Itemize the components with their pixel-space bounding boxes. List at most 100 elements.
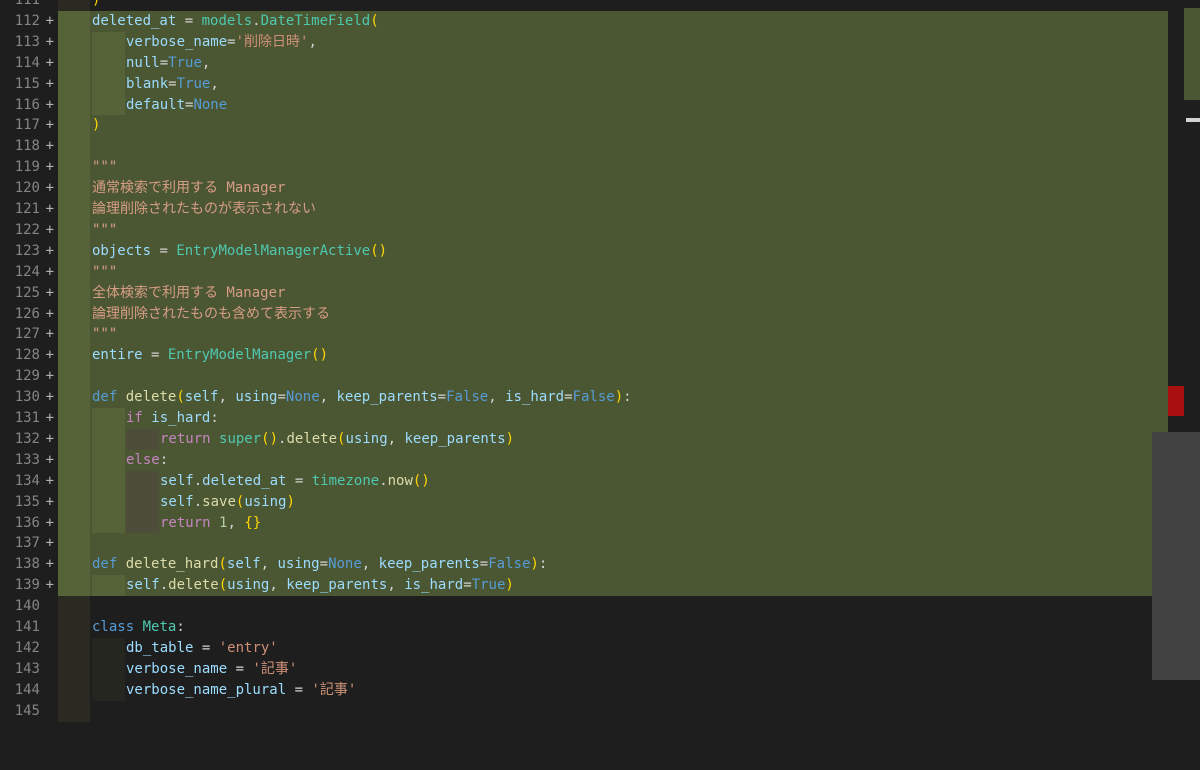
line-number-gutter: 122 +: [0, 219, 58, 241]
added-line-marker: +: [45, 430, 54, 447]
code-line[interactable]: 135 + self.save(using): [0, 491, 1168, 513]
indent-guide: [58, 637, 90, 659]
indent-guide: [58, 428, 90, 450]
minimap-added-region: [1184, 8, 1200, 100]
code-line[interactable]: 118 +: [0, 136, 1168, 158]
code-line[interactable]: 130 + def delete(self, using=None, keep_pa…: [0, 387, 1168, 409]
indent-guide: [58, 73, 90, 95]
code-line[interactable]: 116 + default=None: [0, 94, 1168, 116]
code-line[interactable]: 123 + objects = EntryModelManagerActive(): [0, 240, 1168, 262]
indent-guide: [58, 303, 90, 325]
code-line[interactable]: 121 + 論理削除されたものが表示されない: [0, 199, 1168, 220]
added-line-marker: +: [45, 12, 54, 29]
indent-guide: [58, 178, 90, 200]
code-line[interactable]: 126 + 論理削除されたものも含めて表示する: [0, 303, 1168, 325]
code-line[interactable]: 133 + else:: [0, 449, 1168, 471]
code-line[interactable]: 141 class Meta:: [0, 617, 1168, 638]
line-number-gutter: 139 +: [0, 575, 58, 597]
indent-guide: [58, 700, 90, 722]
indent-guide: [58, 617, 90, 638]
line-number-gutter: 112 +: [0, 10, 58, 32]
line-number-gutter: 116 +: [0, 94, 58, 116]
code-line[interactable]: 139 + self.delete(using, keep_parents, is_…: [0, 575, 1168, 597]
code-line[interactable]: 144 verbose_name_plural = '記事': [0, 679, 1168, 701]
code-line[interactable]: 120 + 通常検索で利用する Manager: [0, 178, 1168, 200]
indent-guide: [58, 94, 90, 116]
added-line-marker: +: [45, 472, 54, 489]
code-text: 通常検索で利用する Manager: [92, 180, 286, 197]
code-editor[interactable]: 111) 112 + deleted_at = models.DateTimeFiel…: [0, 0, 1200, 770]
code-line[interactable]: 134 + self.deleted_at = timezone.now(): [0, 470, 1168, 492]
indent-guide: [58, 136, 90, 158]
line-number: 113: [14, 33, 40, 50]
added-line-marker: +: [45, 347, 54, 364]
line-number: 115: [14, 75, 40, 92]
code-text: self.save(using): [160, 493, 295, 510]
code-line[interactable]: 111): [0, 0, 1168, 11]
added-line-marker: +: [45, 410, 54, 426]
vertical-scrollbar-thumb[interactable]: [1152, 432, 1200, 680]
line-number-gutter: 117 +: [0, 115, 58, 137]
code-line[interactable]: 122 + """: [0, 219, 1168, 241]
line-number: 142: [14, 639, 40, 656]
code-line[interactable]: 129 +: [0, 366, 1168, 388]
line-number: 143: [14, 660, 40, 677]
line-number: 138: [14, 556, 40, 573]
code-text: blank=True,: [126, 75, 219, 92]
code-line[interactable]: 124 + """: [0, 261, 1168, 283]
code-line[interactable]: 128 + entire = EntryModelManager(): [0, 345, 1168, 367]
indent-guide: [58, 512, 90, 534]
line-number-gutter: 145: [0, 701, 58, 722]
added-line-marker: +: [45, 201, 54, 217]
indent-guide: [58, 261, 90, 283]
code-line[interactable]: 117 +): [0, 115, 1168, 137]
line-number-gutter: 137 +: [0, 533, 58, 555]
indent-guide: [58, 157, 90, 179]
code-line[interactable]: 143 verbose_name = '記事': [0, 658, 1168, 680]
code-line[interactable]: 112 + deleted_at = models.DateTimeField(: [0, 10, 1168, 32]
line-number: 145: [14, 702, 40, 719]
code-line[interactable]: 140: [0, 596, 1168, 618]
line-number: 122: [14, 221, 40, 238]
code-line[interactable]: 145: [0, 700, 1168, 722]
code-line[interactable]: 127 + """: [0, 324, 1168, 346]
added-line-marker: +: [45, 451, 54, 468]
added-line-marker: +: [45, 556, 54, 573]
code-line[interactable]: 132 + return super().delete(using, keep_pa…: [0, 428, 1168, 450]
code-line[interactable]: 138 + def delete_hard(self, using=None, ke…: [0, 554, 1168, 576]
added-line-marker: +: [45, 577, 54, 594]
code-line[interactable]: 136 + return 1, {}: [0, 512, 1168, 534]
code-line[interactable]: 137 +: [0, 533, 1168, 555]
indent-guide: [92, 73, 125, 95]
code-text: else:: [126, 451, 169, 468]
code-line[interactable]: 142 db_table = 'entry': [0, 637, 1168, 659]
line-number-gutter: 126 +: [0, 303, 58, 325]
code-line[interactable]: 114 + null=True,: [0, 52, 1168, 74]
code-text: """: [92, 263, 118, 280]
code-text: self.delete(using, keep_parents, is_hard…: [126, 577, 514, 594]
code-line[interactable]: 119 + """: [0, 157, 1168, 179]
added-line-marker: +: [45, 326, 54, 343]
code-text: 論理削除されたものも含めて表示する: [92, 305, 330, 322]
line-number-gutter: 120 +: [0, 178, 58, 200]
code-text: """: [92, 326, 118, 343]
code-line[interactable]: 115 + blank=True,: [0, 73, 1168, 95]
line-number: 130: [14, 389, 40, 406]
added-line-marker: +: [45, 493, 54, 510]
line-number: 140: [14, 598, 40, 615]
line-number-gutter: 118 +: [0, 136, 58, 158]
indent-guide: [92, 428, 125, 450]
code-text: deleted_at = models.DateTimeField(: [92, 12, 379, 29]
code-line[interactable]: 131 + if is_hard:: [0, 408, 1168, 429]
code-line[interactable]: 125 + 全体検索で利用する Manager: [0, 282, 1168, 304]
code-text: entire = EntryModelManager(): [92, 347, 329, 364]
code-line[interactable]: 113 + verbose_name='削除日時',: [0, 31, 1168, 53]
line-number: 125: [14, 284, 40, 301]
line-number-gutter: 119 +: [0, 157, 58, 179]
line-number: 133: [14, 451, 40, 468]
indent-guide: [58, 240, 90, 262]
indent-guide: [58, 282, 90, 304]
indent-guide: [58, 199, 90, 220]
line-number: 123: [14, 242, 40, 259]
added-line-marker: +: [45, 514, 54, 531]
